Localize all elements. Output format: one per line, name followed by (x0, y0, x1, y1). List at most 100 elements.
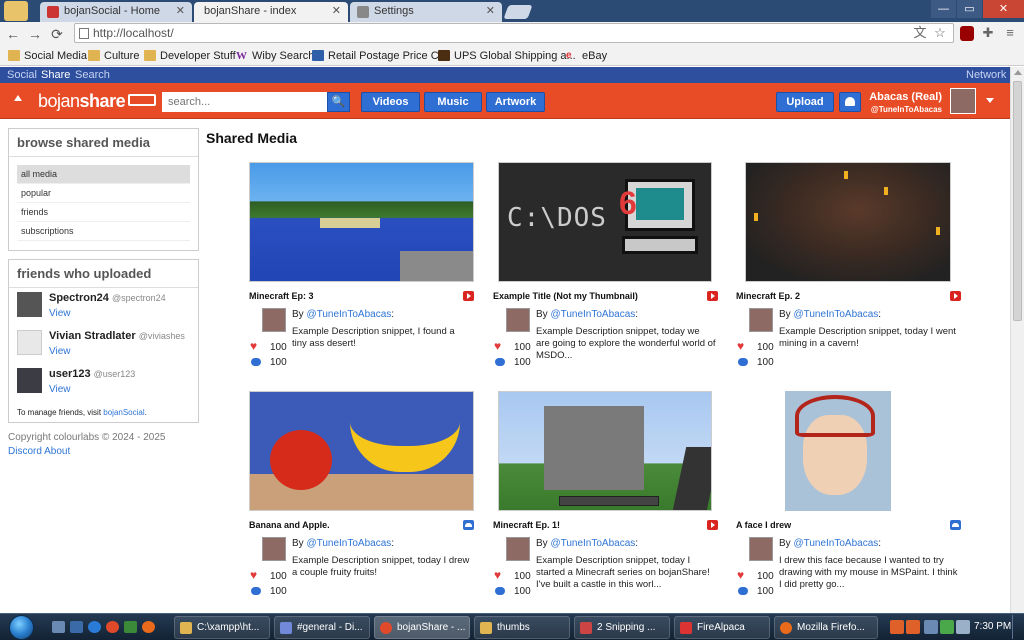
taskbar-item-explorer[interactable]: C:\xampp\ht... (174, 616, 270, 639)
bookmark-ebay[interactable]: e eBay (566, 50, 607, 62)
network-link-share[interactable]: Share (41, 69, 70, 81)
taskbar-item-firealpaca[interactable]: FireAlpaca (674, 616, 770, 639)
bojansocial-link[interactable]: bojanSocial (103, 408, 144, 417)
bookmark-wiby-search[interactable]: W Wiby Search (236, 50, 314, 62)
comment-icon[interactable] (251, 358, 261, 366)
translate-icon[interactable]: 文 (912, 25, 928, 41)
show-desktop-button[interactable] (1012, 615, 1022, 639)
media-thumbnail[interactable] (736, 391, 961, 511)
profile-avatar-icon[interactable] (4, 1, 28, 21)
about-link[interactable]: About (44, 446, 70, 457)
comment-icon[interactable] (495, 358, 505, 366)
tab-close-icon[interactable]: ✕ (332, 4, 341, 17)
app-icon[interactable] (124, 621, 137, 633)
user-menu-caret-icon[interactable] (986, 98, 994, 103)
avatar[interactable] (749, 537, 773, 561)
tab-bojanshare[interactable]: bojanShare - index ✕ (194, 2, 348, 22)
heart-icon[interactable]: ♥ (494, 569, 506, 581)
tab-bojansocial[interactable]: bojanSocial - Home ✕ (40, 2, 192, 22)
taskbar-item-firefox[interactable]: Mozilla Firefo... (774, 616, 878, 639)
maximize-button[interactable]: ▭ (956, 0, 982, 18)
page-scrollbar[interactable] (1010, 67, 1024, 613)
ublock-icon[interactable] (960, 26, 974, 41)
heart-icon[interactable]: ♥ (250, 569, 262, 581)
bookmark-star-icon[interactable]: ☆ (932, 25, 948, 41)
search-input[interactable] (162, 92, 327, 112)
address-bar[interactable]: http://localhost/ (74, 23, 954, 43)
nav-music-button[interactable]: Music (424, 92, 482, 112)
taskbar-clock[interactable]: 7:30 PM (974, 621, 1011, 632)
taskbar-item-bojanshare[interactable]: bojanShare - ... (374, 616, 470, 639)
avatar[interactable] (17, 292, 42, 317)
heart-icon[interactable]: ♥ (250, 340, 262, 352)
taskbar-item-discord[interactable]: #general - Di... (274, 616, 370, 639)
heart-icon[interactable]: ♥ (494, 340, 506, 352)
avatar[interactable] (749, 308, 773, 332)
browse-friends[interactable]: friends (17, 203, 190, 222)
avatar[interactable] (17, 330, 42, 355)
nav-artwork-button[interactable]: Artwork (486, 92, 545, 112)
network-link-social[interactable]: Social (7, 69, 37, 81)
tab-close-icon[interactable]: ✕ (486, 4, 495, 17)
browse-subscriptions[interactable]: subscriptions (17, 222, 190, 241)
media-title[interactable]: A face I drew (736, 520, 791, 530)
forward-button[interactable]: → (26, 25, 44, 43)
browse-popular[interactable]: popular (17, 184, 190, 203)
notifications-button[interactable] (839, 92, 861, 112)
chrome-icon[interactable] (106, 621, 119, 633)
volume-icon[interactable] (956, 620, 970, 634)
media-thumbnail[interactable] (249, 162, 474, 282)
tab-settings[interactable]: Settings ✕ (350, 2, 502, 22)
taskbar-item-snipping[interactable]: 2 Snipping ... (574, 616, 670, 639)
user-display-name[interactable]: Abacas (Real) (866, 91, 942, 103)
scroll-thumb[interactable] (1013, 81, 1022, 321)
author-link[interactable]: @TuneInToAbacas (306, 309, 391, 320)
nav-videos-button[interactable]: Videos (361, 92, 420, 112)
media-thumbnail[interactable]: C:\DOS 6 (498, 162, 712, 282)
firefox-icon[interactable] (142, 621, 155, 633)
menu-icon[interactable]: ≡ (1002, 25, 1018, 41)
avatar[interactable] (506, 308, 530, 332)
upload-button[interactable]: Upload (776, 92, 834, 112)
user-avatar[interactable] (950, 88, 976, 114)
bookmark-culture[interactable]: Culture (88, 50, 139, 62)
reload-button[interactable]: ⟳ (48, 25, 66, 43)
internet-explorer-icon[interactable] (88, 621, 101, 633)
avatar[interactable] (17, 368, 42, 393)
back-button[interactable]: ← (4, 25, 22, 43)
avatar[interactable] (262, 537, 286, 561)
tray-expand-icon[interactable] (924, 620, 938, 634)
friend-view-link[interactable]: View (49, 308, 71, 319)
discord-link[interactable]: Discord (8, 446, 42, 457)
author-link[interactable]: @TuneInToAbacas (306, 538, 391, 549)
network-link-network[interactable]: Network (966, 69, 1006, 81)
network-link-search[interactable]: Search (75, 69, 110, 81)
media-thumbnail[interactable] (498, 391, 712, 511)
author-link[interactable]: @TuneInToAbacas (550, 538, 635, 549)
comment-icon[interactable] (738, 587, 748, 595)
media-title[interactable]: Minecraft Ep: 3 (249, 291, 314, 301)
comment-icon[interactable] (251, 587, 261, 595)
comment-icon[interactable] (738, 358, 748, 366)
show-desktop-icon[interactable] (52, 621, 65, 633)
site-logo[interactable]: bojanshare (38, 91, 157, 112)
media-thumbnail[interactable] (249, 391, 474, 511)
author-link[interactable]: @TuneInToAbacas (793, 538, 878, 549)
close-window-button[interactable]: ✕ (982, 0, 1024, 18)
switch-windows-icon[interactable] (70, 621, 83, 633)
bookmark-social-media[interactable]: Social Media (8, 50, 87, 62)
extensions-icon[interactable]: ✚ (980, 25, 996, 41)
media-title[interactable]: Minecraft Ep. 2 (736, 291, 800, 301)
collapse-up-icon[interactable] (14, 95, 22, 101)
media-title[interactable]: Minecraft Ep. 1! (493, 520, 560, 530)
network-icon[interactable] (940, 620, 954, 634)
bookmark-retail-postage[interactable]: Retail Postage Price C... (312, 50, 448, 62)
heart-icon[interactable]: ♥ (737, 569, 749, 581)
media-title[interactable]: Banana and Apple. (249, 520, 330, 530)
taskbar-item-thumbs[interactable]: thumbs (474, 616, 570, 639)
bookmark-ups[interactable]: UPS Global Shipping a... (438, 50, 576, 62)
author-link[interactable]: @TuneInToAbacas (550, 309, 635, 320)
tray-app-icon[interactable] (890, 620, 904, 634)
bookmark-developer-stuff[interactable]: Developer Stuff (144, 50, 236, 62)
avatar[interactable] (506, 537, 530, 561)
